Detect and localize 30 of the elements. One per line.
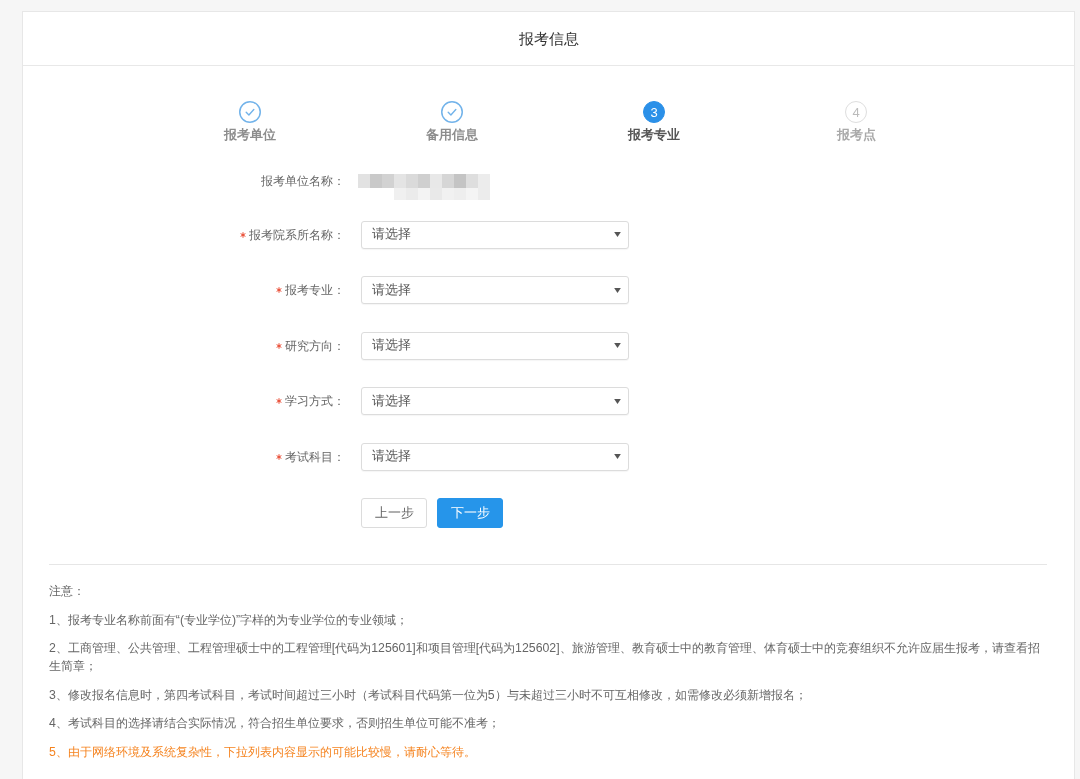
select-field[interactable]: 请选择 (361, 387, 629, 415)
step-label: 报考专业 (628, 127, 680, 144)
note-text: 4、考试科目的选择请结合实际情况，符合招生单位要求，否则招生单位可能不准考； (49, 715, 501, 732)
field-label: 研究方向： (285, 337, 345, 355)
select-field[interactable]: 请选择 (361, 276, 629, 304)
step-number-circle: 3 (643, 101, 665, 123)
select-field[interactable]: 请选择 (361, 220, 629, 249)
field-label: 报考院系所名称： (249, 226, 345, 244)
caret-icon (614, 398, 621, 404)
step-label: 备用信息 (426, 127, 478, 144)
caret-icon (614, 343, 621, 348)
select-field[interactable]: 请选择 (361, 331, 629, 360)
step-number-circle: 4 (845, 101, 867, 123)
note-text: 2、工商管理、公共管理、工程管理硕士中的工程管理[代码为125601]和项目管理[代码为125602]、旅游管理、教育硕士中的教育管理、体育硕士中的竞赛组织不允许应届生报考，请查看招生简章； (49, 640, 1041, 675)
notes-heading: 注意： (49, 583, 86, 600)
select-field[interactable]: 请选择 (361, 442, 629, 471)
field-label: 学习方式： (285, 393, 345, 410)
step-label: 报考单位 (224, 127, 276, 144)
field-label: 报考专业： (285, 282, 345, 299)
step-label: 报考点 (836, 127, 876, 144)
note-text: 5、由于网络环境及系统复杂性，下拉列表内容显示的可能比较慢，请耐心等待。 (49, 743, 477, 761)
note-text: 1、报考专业名称前面有“(专业学位)”字样的为专业学位的专业领域； (49, 611, 410, 629)
caret-icon (614, 232, 621, 237)
note-text: 3、修改报名信息时，第四考试科目，考试时间超过三小时（考试科目代码第一位为5）与未超过三小时不可互相修改，如需修改必须新增报名； (49, 686, 808, 704)
field-label: 报考单位名称： (261, 173, 345, 190)
page-title: 报考信息 (518, 28, 579, 49)
caret-icon (614, 454, 621, 459)
caret-icon (614, 287, 621, 293)
previous-step-button[interactable]: 上一步 (361, 498, 427, 528)
field-label: 考试科目： (285, 448, 345, 466)
